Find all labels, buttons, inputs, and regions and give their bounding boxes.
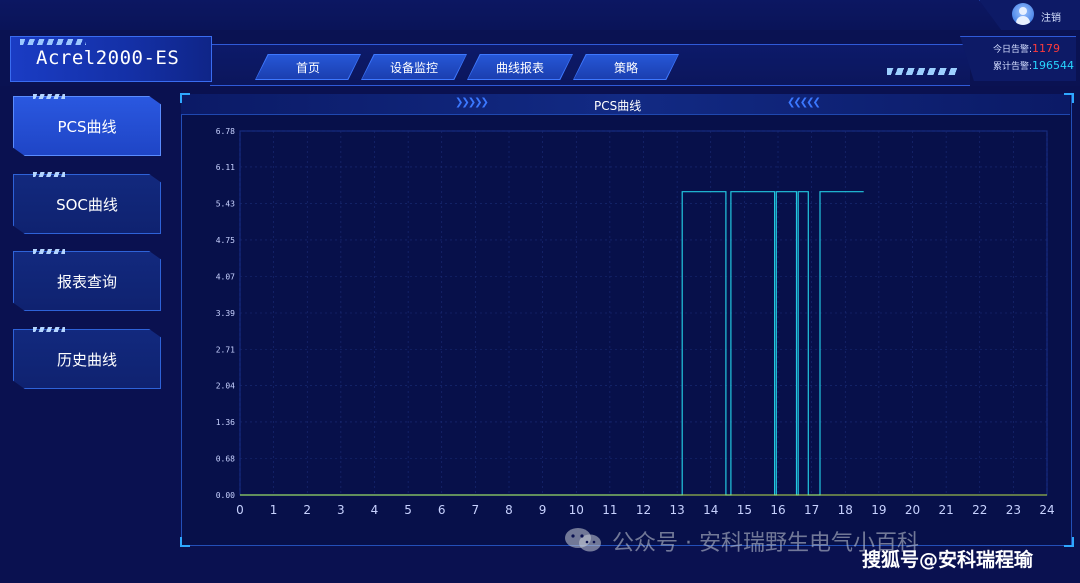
x-tick-label: 9 bbox=[539, 503, 547, 517]
x-tick-label: 0 bbox=[236, 503, 244, 517]
y-tick-label: 4.07 bbox=[216, 272, 235, 281]
y-tick-label: 2.04 bbox=[216, 381, 235, 390]
x-tick-label: 13 bbox=[669, 503, 684, 517]
x-tick-label: 7 bbox=[472, 503, 480, 517]
x-tick-label: 2 bbox=[303, 503, 311, 517]
y-tick-label: 5.43 bbox=[216, 199, 235, 208]
y-tick-label: 3.39 bbox=[216, 309, 235, 318]
x-tick-label: 17 bbox=[804, 503, 819, 517]
x-tick-label: 23 bbox=[1006, 503, 1021, 517]
x-tick-label: 22 bbox=[972, 503, 987, 517]
x-tick-label: 10 bbox=[569, 503, 584, 517]
x-tick-label: 18 bbox=[838, 503, 853, 517]
series-line-pcs bbox=[240, 191, 864, 496]
x-tick-label: 15 bbox=[737, 503, 752, 517]
y-tick-label: 6.11 bbox=[216, 163, 235, 172]
x-tick-label: 6 bbox=[438, 503, 446, 517]
x-tick-label: 21 bbox=[938, 503, 953, 517]
x-tick-label: 19 bbox=[871, 503, 886, 517]
x-tick-label: 11 bbox=[602, 503, 617, 517]
x-tick-label: 12 bbox=[636, 503, 651, 517]
y-tick-label: 0.00 bbox=[216, 491, 235, 500]
y-tick-label: 1.36 bbox=[216, 418, 235, 427]
y-tick-label: 2.71 bbox=[216, 346, 235, 355]
x-tick-label: 1 bbox=[270, 503, 278, 517]
x-tick-label: 24 bbox=[1039, 503, 1054, 517]
pcs-line-chart: 0.00 0.68 1.36 2.04 2.71 3.39 4.07 4.75 5.43 6.11… bbox=[216, 127, 1055, 517]
x-tick-label: 5 bbox=[404, 503, 412, 517]
y-tick-label: 0.68 bbox=[216, 454, 235, 463]
wechat-icon bbox=[565, 528, 601, 552]
x-tick-label: 3 bbox=[337, 503, 345, 517]
x-tick-label: 16 bbox=[770, 503, 785, 517]
y-tick-label: 4.75 bbox=[216, 236, 235, 245]
x-tick-label: 14 bbox=[703, 503, 718, 517]
x-tick-label: 8 bbox=[505, 503, 513, 517]
source-watermark: 搜狐号@安科瑞程瑜 bbox=[862, 549, 1034, 571]
y-tick-label: 6.78 bbox=[216, 127, 235, 136]
x-tick-label: 20 bbox=[905, 503, 920, 517]
x-tick-label: 4 bbox=[371, 503, 379, 517]
